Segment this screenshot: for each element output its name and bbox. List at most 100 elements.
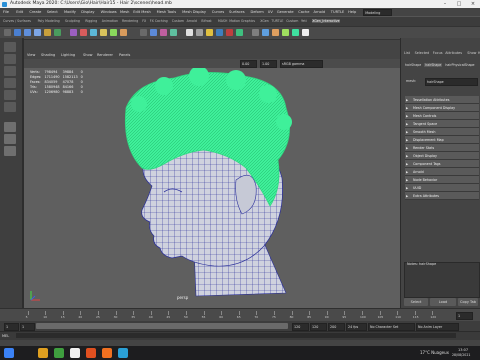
expand-arrow-icon[interactable]: ▶	[406, 186, 408, 190]
bridge-icon[interactable]	[110, 29, 117, 36]
exposure-field[interactable]: 1.00	[260, 60, 277, 68]
maya-taskbar-icon[interactable]	[118, 348, 128, 358]
attr-section-row[interactable]: ▶ Object Display	[405, 152, 479, 160]
menu-item-19[interactable]: Help	[348, 10, 356, 14]
range-end3-field[interactable]: 200	[328, 323, 345, 331]
cube-icon[interactable]	[24, 29, 31, 36]
select-button[interactable]: Select	[404, 298, 428, 306]
shelf-tab-10[interactable]: Bifrost	[201, 19, 211, 23]
time-slider[interactable]: 5 10 15 20 25 30 35 40 45 50 55 60 65 70 75 80 85 90 95 100…	[0, 308, 480, 322]
shelf-tab-0[interactable]: Curves / Surfaces	[3, 19, 31, 23]
expand-arrow-icon[interactable]: ▶	[406, 154, 408, 158]
mode-dropdown[interactable]: Modeling	[363, 9, 393, 16]
load-attributes-button[interactable]: Load Attributes	[430, 298, 456, 312]
menu-item-1[interactable]: Edit	[16, 10, 23, 14]
scale-tool-icon[interactable]	[4, 102, 16, 112]
node-tab-2[interactable]: hairPhysicalShape	[444, 63, 475, 67]
range-end2-field[interactable]: 120	[310, 323, 327, 331]
command-input[interactable]	[16, 333, 456, 338]
cone-icon[interactable]	[44, 29, 51, 36]
app-icon[interactable]	[70, 348, 80, 358]
extrude-icon[interactable]	[100, 29, 107, 36]
torus-icon[interactable]	[70, 29, 77, 36]
chrome-icon[interactable]	[54, 348, 64, 358]
menu-item-17[interactable]: Arnold	[314, 10, 326, 14]
menu-item-0[interactable]: File	[3, 10, 9, 14]
attr-tab-list[interactable]: List	[404, 51, 410, 55]
expand-arrow-icon[interactable]: ▶	[406, 122, 408, 126]
menu-item-14[interactable]: UV	[268, 10, 273, 14]
panel-menu-renderer[interactable]: Renderer	[97, 53, 113, 57]
move-tool-icon[interactable]	[4, 78, 16, 88]
firefox-icon[interactable]	[102, 348, 112, 358]
separate-icon[interactable]	[90, 29, 97, 36]
shelf-tab-16[interactable]: Yeti	[301, 19, 307, 23]
shelf-tab-2[interactable]: Sculpting	[65, 19, 80, 23]
expand-arrow-icon[interactable]: ▶	[406, 194, 408, 198]
attr-section-row[interactable]: ▶ Smooth Mesh	[405, 128, 479, 136]
menu-item-3[interactable]: Select	[47, 10, 58, 14]
range-end-field[interactable]: 120	[292, 323, 309, 331]
attr-section-row[interactable]: ▶ Mesh Component Display	[405, 104, 479, 112]
attr-section-row[interactable]: ▶ Render Stats	[405, 144, 479, 152]
xgen-icon[interactable]	[252, 29, 259, 36]
shelf-tab-6[interactable]: FX	[142, 19, 146, 23]
render-icon[interactable]	[216, 29, 223, 36]
shelf-tab-17[interactable]: XGen_Interactive	[312, 19, 340, 23]
character-set-dropdown[interactable]: No Character Set	[368, 323, 415, 331]
attr-section-row[interactable]: ▶ UUID	[405, 184, 479, 192]
menu-item-18[interactable]: TURTLE	[331, 10, 345, 14]
menu-item-4[interactable]: Modify	[64, 10, 76, 14]
shape-name-field[interactable]: hairShape	[425, 78, 478, 86]
shelf-tab-8[interactable]: Custom	[172, 19, 184, 23]
shelf-settings-icon[interactable]	[4, 29, 11, 36]
attr-section-row[interactable]: ▶ Tangent Space	[405, 120, 479, 128]
menu-item-12[interactable]: Surfaces	[229, 10, 245, 14]
menu-item-13[interactable]: Deform	[250, 10, 263, 14]
expand-arrow-icon[interactable]: ▶	[406, 138, 408, 142]
notes-area[interactable]: Notes: hairShape	[404, 262, 480, 298]
attr-tab-selected[interactable]: Selected	[415, 51, 430, 55]
expand-arrow-icon[interactable]: ▶	[406, 146, 408, 150]
shelf-tab-7[interactable]: FX Caching	[150, 19, 168, 23]
side-by-side-icon[interactable]	[4, 146, 16, 156]
expand-arrow-icon[interactable]: ▶	[406, 98, 408, 102]
shelf-tab-14[interactable]: TURTLE	[271, 19, 283, 23]
menu-item-7[interactable]: Mesh	[120, 10, 129, 14]
shelf-tab-9[interactable]: Arnold	[187, 19, 197, 23]
expand-arrow-icon[interactable]: ▶	[406, 106, 408, 110]
minimize-icon[interactable]: –	[438, 0, 452, 8]
3d-viewport[interactable]	[24, 68, 400, 308]
shelf-tab-3[interactable]: Rigging	[85, 19, 97, 23]
single-view-icon[interactable]	[4, 122, 16, 132]
preview-icon[interactable]	[302, 29, 309, 36]
panel-menu-panels[interactable]: Panels	[119, 53, 130, 57]
menu-item-5[interactable]: Display	[81, 10, 94, 14]
current-frame-field[interactable]: 1	[456, 312, 473, 320]
opera-icon[interactable]	[86, 348, 96, 358]
attr-section-row[interactable]: ▶ Mesh Controls	[405, 112, 479, 120]
shelf-tab-12[interactable]: Motion Graphics	[229, 19, 255, 23]
paint-select-icon[interactable]	[4, 66, 16, 76]
start-icon[interactable]	[4, 348, 14, 358]
panel-menu-lighting[interactable]: Lighting	[61, 53, 75, 57]
four-view-icon[interactable]	[4, 134, 16, 144]
ipr-icon[interactable]	[226, 29, 233, 36]
panel-menu-show[interactable]: Show	[83, 53, 92, 57]
file-explorer-icon[interactable]	[38, 348, 48, 358]
maximize-icon[interactable]: □	[452, 0, 466, 8]
panel-menu-shading[interactable]: Shading	[41, 53, 55, 57]
cylinder-icon[interactable]	[34, 29, 41, 36]
attr-tab-attributes[interactable]: Attributes	[445, 51, 462, 55]
grid-icon[interactable]	[196, 29, 203, 36]
light-icon[interactable]	[206, 29, 213, 36]
shelf-tab-1[interactable]: Poly Modeling	[38, 19, 60, 23]
attr-section-row[interactable]: ▶ Component Tags	[405, 160, 479, 168]
expand-arrow-icon[interactable]: ▶	[406, 114, 408, 118]
attr-section-row[interactable]: ▶ Arnold	[405, 168, 479, 176]
lasso-tool-icon[interactable]	[4, 54, 16, 64]
shelf-tab-11[interactable]: MASH	[218, 19, 227, 23]
uv-editor-icon[interactable]	[160, 29, 167, 36]
menu-item-11[interactable]: Curves	[212, 10, 224, 14]
expand-arrow-icon[interactable]: ▶	[406, 162, 408, 166]
